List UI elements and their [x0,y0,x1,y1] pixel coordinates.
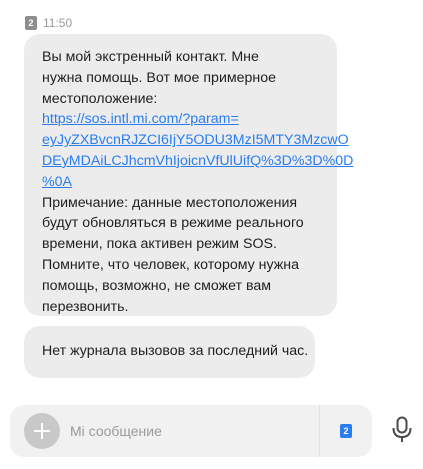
note-line: Примечание: данные местоположения [42,194,298,211]
conversation-screen: 2 11:50 Вы мой экстренный контакт. Мне н… [0,0,423,469]
note-line: Помните, что человек, которому нужна [42,256,299,273]
location-link[interactable]: %0A [42,172,323,193]
message-bubble-call-log[interactable]: Нет журнала вызовов за последний час. [24,326,315,378]
message-input[interactable] [70,419,290,443]
add-attachment-button[interactable] [24,413,60,449]
send-sim-badge: 2 [340,424,352,438]
location-link[interactable]: https://sos.intl.mi.com/?param= [42,109,323,130]
plus-icon [34,423,50,439]
timestamp: 11:50 [43,16,73,30]
note-line: времени, пока активен режим SOS. [42,236,277,253]
message-bubble-sos[interactable]: Вы мой экстренный контакт. Мне нужна пом… [24,34,353,316]
message-line: Вы мой экстренный контакт. Мне [42,49,259,65]
location-link[interactable]: eyJyZXBvcnRJZCI6IjY5ODU3MzI5MTY3MzcwO [42,130,349,151]
voice-input-button[interactable] [388,413,416,447]
location-link[interactable]: DEyMDAiLCJhcmVhIjoicnVfUlUifQ%3D%3D%0D [42,151,353,172]
note-line: помощь, возможно, не сможет вам [42,277,271,294]
composer-box: 2 [10,405,372,457]
microphone-icon [392,416,412,442]
note-line: перезвонить. [42,298,129,315]
sim-badge: 2 [25,16,37,30]
message-line: местоположение: [42,90,158,107]
send-sim-button[interactable]: 2 [319,405,372,457]
message-line: нужна помощь. Вот мое примерное [42,69,277,86]
message-meta: 2 11:50 [25,15,72,31]
message-composer: 2 [0,401,423,469]
message-text: Нет журнала вызовов за последний час. [42,343,309,359]
note-line: будут обновляться в режиме реального [42,215,304,232]
